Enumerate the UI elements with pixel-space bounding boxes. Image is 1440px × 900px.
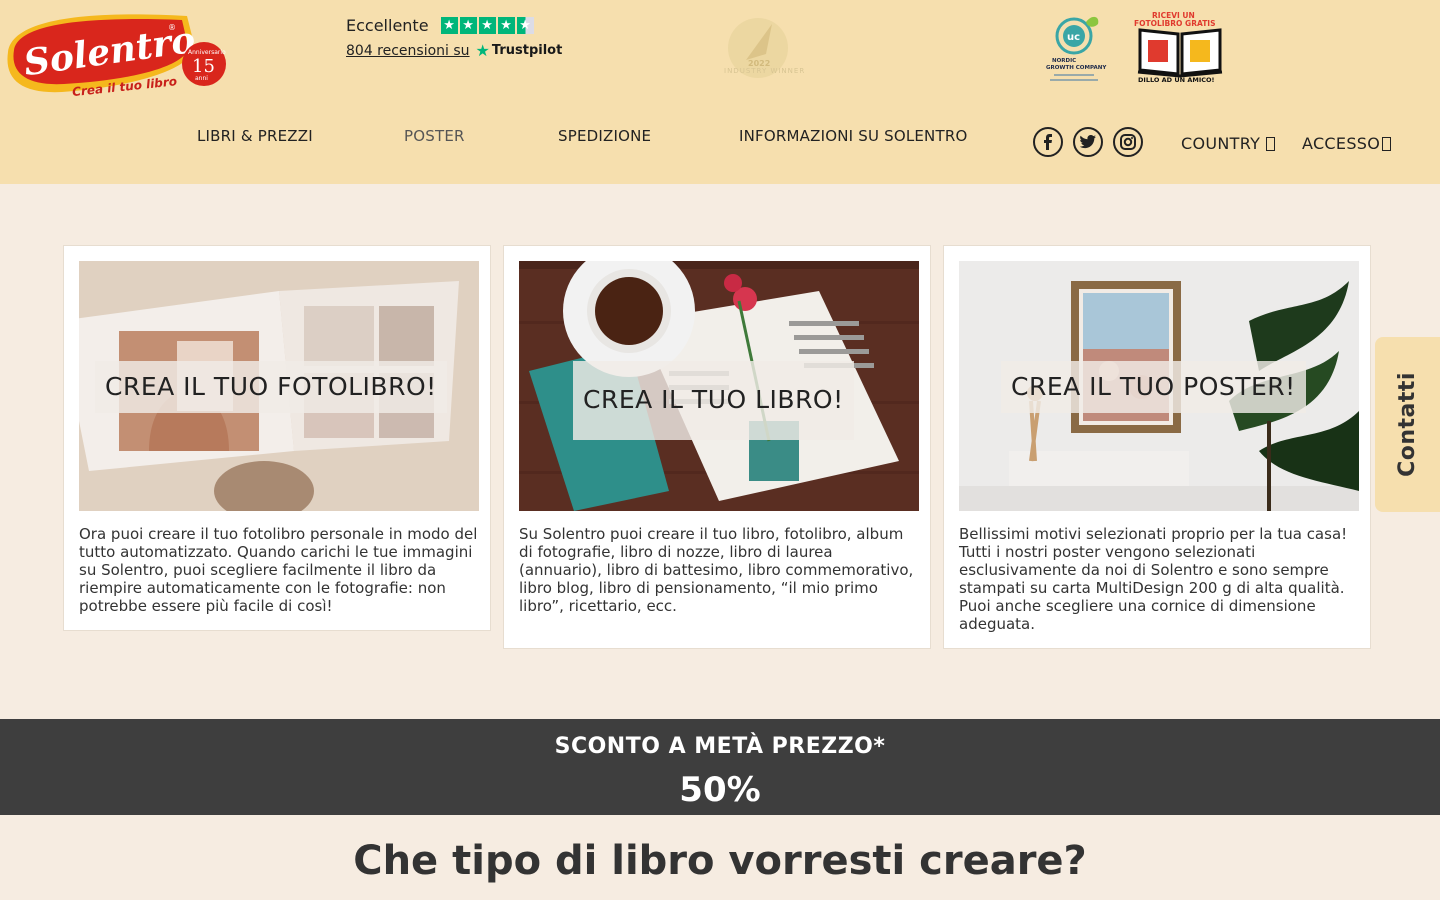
poster-caption[interactable]: CREA IL TUO POSTER! — [1001, 361, 1306, 413]
discount-title: SCONTO A METÀ PREZZO* — [554, 734, 886, 759]
poster-description: Bellissimi motivi selezionati proprio pe… — [959, 525, 1348, 633]
login-button[interactable]: ACCESSO — [1302, 134, 1392, 153]
discount-value: 50% — [679, 770, 761, 810]
login-label: ACCESSO — [1302, 134, 1381, 153]
star-icon: ★ — [440, 17, 458, 34]
svg-text:anni: anni — [195, 75, 208, 82]
facebook-icon[interactable] — [1033, 127, 1063, 157]
nav-libri-prezzi[interactable]: LIBRI & PREZZI — [197, 127, 313, 145]
nordic-growth-badge: uc NORDIC GROWTH COMPANY — [1040, 12, 1112, 86]
star-icon: ★ — [459, 17, 477, 34]
trustpilot-logo: ★ Trustpilot — [475, 41, 563, 60]
svg-text:Anniversario: Anniversario — [188, 49, 226, 56]
poster-card[interactable]: CREA IL TUO POSTER! Bellissimi motivi se… — [943, 245, 1371, 649]
photobook-description: Ora puoi creare il tuo fotolibro persona… — [79, 525, 478, 615]
book-card[interactable]: CREA IL TUO LIBRO! Su Solentro puoi crea… — [503, 245, 931, 649]
trustpilot-rating-label: Eccellente — [346, 16, 429, 35]
book-caption[interactable]: CREA IL TUO LIBRO! — [573, 361, 854, 440]
nav-informazioni[interactable]: INFORMAZIONI SU SOLENTRO — [739, 127, 967, 145]
svg-text:DILLO AD UN AMICO!: DILLO AD UN AMICO! — [1138, 76, 1215, 84]
nav-spedizione[interactable]: SPEDIZIONE — [558, 127, 651, 145]
star-icon: ★ — [497, 17, 515, 34]
nav-poster[interactable]: POSTER — [404, 127, 465, 145]
half-star-icon: ★ — [516, 17, 534, 34]
chevron-down-icon — [1266, 136, 1276, 151]
free-photobook-badge[interactable]: RICEVI UN FOTOLIBRO GRATIS DILLO AD UN A… — [1132, 10, 1228, 84]
country-selector[interactable]: COUNTRY — [1181, 134, 1276, 153]
photobook-card[interactable]: CREA IL TUO FOTOLIBRO! Ora puoi creare i… — [63, 245, 491, 631]
trustpilot-stars: ★ ★ ★ ★ ★ — [440, 17, 534, 34]
star-icon: ★ — [478, 17, 496, 34]
trustpilot-star-icon: ★ — [475, 41, 490, 60]
industry-winner-text: INDUSTRY WINNER — [724, 67, 806, 75]
contact-tab[interactable]: Contatti — [1375, 337, 1440, 512]
svg-text:®: ® — [168, 23, 176, 32]
contact-tab-label: Contatti — [1395, 372, 1421, 477]
svg-text:FOTOLIBRO GRATIS: FOTOLIBRO GRATIS — [1134, 19, 1216, 28]
instagram-icon[interactable] — [1113, 127, 1143, 157]
svg-text:GROWTH COMPANY: GROWTH COMPANY — [1046, 65, 1107, 71]
svg-text:NORDIC: NORDIC — [1052, 58, 1076, 64]
twitter-icon[interactable] — [1073, 127, 1103, 157]
trustpilot-widget[interactable]: Eccellente ★ ★ ★ ★ ★ 804 recensioni su ★… — [346, 16, 562, 60]
site-header: Solentro ® Crea il tuo libro 15 Annivers… — [0, 0, 1440, 184]
svg-text:uc: uc — [1067, 32, 1080, 43]
trustpilot-reviews-link[interactable]: 804 recensioni su — [346, 43, 470, 59]
book-description: Su Solentro puoi creare il tuo libro, fo… — [519, 525, 914, 615]
solentro-logo[interactable]: Solentro ® Crea il tuo libro 15 Annivers… — [2, 8, 232, 99]
photobook-caption[interactable]: CREA IL TUO FOTOLIBRO! — [95, 361, 447, 413]
svg-text:15: 15 — [192, 56, 215, 77]
country-label: COUNTRY — [1181, 134, 1261, 153]
user-icon — [1382, 136, 1392, 151]
section-heading: Che tipo di libro vorresti creare? — [353, 838, 1087, 884]
discount-banner: SCONTO A METÀ PREZZO* 50% — [0, 719, 1440, 815]
